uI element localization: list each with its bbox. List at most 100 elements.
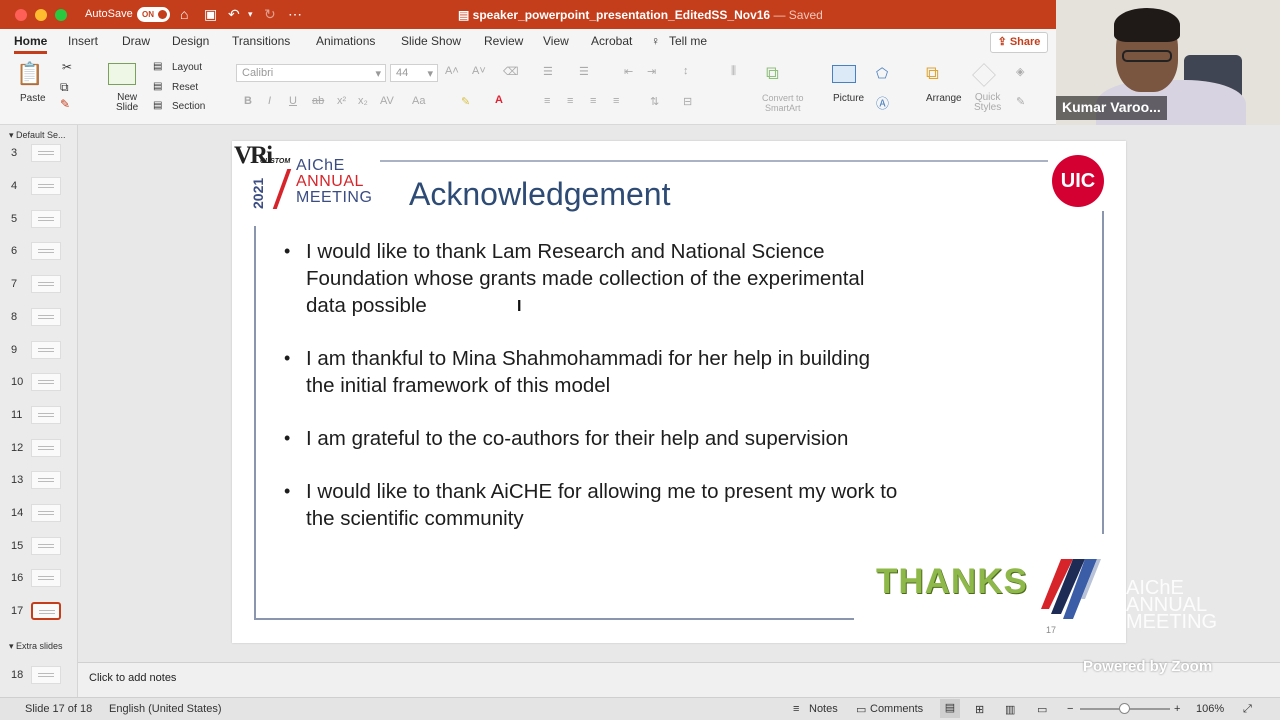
minimize-window-button[interactable]	[35, 9, 47, 21]
slide-thumbnail-image[interactable]	[31, 144, 61, 162]
align-text-icon[interactable]: ⊟	[683, 95, 692, 108]
slide-thumbnail[interactable]: 16	[0, 567, 78, 591]
text-box-icon[interactable]: Ⓐ	[876, 93, 889, 112]
slide[interactable]: VRi CUSTOM 2021 AIChE ANNUAL MEETING Ack…	[232, 141, 1126, 643]
shapes-icon[interactable]: ⬠	[876, 65, 888, 82]
slide-thumbnail[interactable]: 6	[0, 240, 78, 264]
slide-thumbnail[interactable]: 10	[0, 371, 78, 395]
slide-title[interactable]: Acknowledgement	[409, 176, 670, 213]
fit-slide-icon[interactable]: ⤢	[1243, 703, 1252, 716]
slide-thumbnail[interactable]: 5	[0, 208, 78, 232]
undo-icon[interactable]: ↶	[228, 6, 240, 23]
italic-icon[interactable]: I	[268, 95, 271, 107]
font-name-select[interactable]: Calibri ▾	[236, 64, 386, 82]
paste-button[interactable]: 📋	[16, 61, 52, 87]
cut-icon[interactable]: ✂	[62, 60, 72, 74]
zoom-window-button[interactable]	[55, 9, 67, 21]
strikethrough-icon[interactable]: ab	[312, 95, 324, 107]
tab-insert[interactable]: Insert	[68, 34, 98, 48]
slide-thumbnail[interactable]: 8	[0, 306, 78, 330]
new-slide-icon[interactable]	[108, 63, 136, 85]
arrange-icon[interactable]: ⧉	[926, 63, 950, 85]
comments-toggle[interactable]: Comments	[870, 703, 923, 715]
section-header-extra[interactable]: ▾ Extra slides	[9, 641, 63, 652]
slide-thumbnail[interactable]: 14	[0, 502, 78, 526]
bullet-item[interactable]: I would like to thank Lam Research and N…	[284, 238, 904, 319]
new-slide-label[interactable]: New Slide	[116, 93, 138, 113]
tab-animations[interactable]: Animations	[316, 34, 375, 48]
slide-thumbnail-image[interactable]	[31, 373, 61, 391]
decrease-indent-icon[interactable]: ⇤	[624, 65, 633, 78]
tab-review[interactable]: Review	[484, 34, 523, 48]
tab-slide-show[interactable]: Slide Show	[401, 34, 461, 48]
language[interactable]: English (United States)	[109, 703, 222, 715]
tab-view[interactable]: View	[543, 34, 569, 48]
slide-thumbnail-image[interactable]	[31, 569, 61, 587]
reading-view-icon[interactable]: ▥	[1005, 703, 1015, 716]
slide-thumbnail-image[interactable]	[31, 537, 61, 555]
decrease-font-icon[interactable]: A˅	[472, 65, 486, 77]
layout-button[interactable]: Layout	[172, 62, 202, 73]
reset-button[interactable]: Reset	[172, 82, 198, 93]
bullet-item[interactable]: I would like to thank AiCHE for allowing…	[284, 478, 904, 532]
notes-icon[interactable]: ≡	[793, 703, 799, 715]
slide-thumbnail-image[interactable]	[31, 666, 61, 684]
bold-icon[interactable]: B	[244, 95, 252, 107]
slide-thumbnail[interactable]: 17	[0, 600, 78, 624]
align-right-icon[interactable]: ≡	[590, 95, 596, 107]
slide-thumbnail-image[interactable]	[31, 471, 61, 489]
share-button[interactable]: ⇪ Share	[990, 32, 1048, 53]
font-size-select[interactable]: 44 ▾	[390, 64, 438, 82]
tab-home[interactable]: Home	[14, 34, 48, 54]
increase-indent-icon[interactable]: ⇥	[647, 65, 656, 78]
slide-thumbnail-image[interactable]	[31, 406, 61, 424]
bullet-item[interactable]: I am thankful to Mina Shahmohammadi for …	[284, 345, 904, 399]
redo-icon[interactable]: ↻	[264, 6, 276, 23]
autosave-toggle[interactable]: ON	[137, 7, 170, 22]
bullet-item[interactable]: I am grateful to the co-authors for thei…	[284, 425, 904, 452]
line-spacing-icon[interactable]: ↕	[683, 65, 689, 77]
format-painter-icon[interactable]: ✎	[60, 97, 70, 111]
superscript-icon[interactable]: x²	[337, 95, 346, 107]
notes-placeholder[interactable]: Click to add notes	[89, 672, 176, 684]
normal-view-icon[interactable]: ▤	[940, 699, 960, 718]
quick-styles-icon[interactable]	[972, 63, 996, 87]
numbering-icon[interactable]: ☰	[579, 65, 589, 78]
slide-thumbnail-image[interactable]	[31, 341, 61, 359]
quick-styles-label[interactable]: Quick Styles	[974, 93, 1001, 113]
notes-toggle[interactable]: Notes	[809, 703, 838, 715]
justify-icon[interactable]: ≡	[613, 95, 619, 107]
slide-thumbnail[interactable]: 12	[0, 437, 78, 461]
clear-format-icon[interactable]: ⌫	[503, 65, 519, 78]
slide-thumbnail-image[interactable]	[31, 242, 61, 260]
shape-outline-icon[interactable]: ✎	[1016, 95, 1025, 108]
character-spacing-icon[interactable]: AV	[380, 95, 394, 107]
subscript-icon[interactable]: x₂	[358, 95, 368, 107]
text-direction-icon[interactable]: ⇅	[650, 95, 659, 108]
section-header-default[interactable]: ▾ Default Se...	[9, 130, 66, 141]
tab-acrobat[interactable]: Acrobat	[591, 34, 632, 48]
slide-thumbnail[interactable]: 13	[0, 469, 78, 493]
slide-thumbnail-image[interactable]	[31, 439, 61, 457]
font-color-icon[interactable]: A	[495, 94, 503, 106]
slide-thumbnail-image[interactable]	[31, 177, 61, 195]
slide-thumbnail[interactable]: 9	[0, 339, 78, 363]
slide-thumbnail-image[interactable]	[31, 210, 61, 228]
align-left-icon[interactable]: ≡	[544, 95, 550, 107]
slide-thumbnail[interactable]: 11	[0, 404, 78, 428]
slide-thumbnail[interactable]: 4	[0, 175, 78, 199]
zoom-level[interactable]: 106%	[1196, 703, 1224, 715]
slide-sorter-icon[interactable]: ⊞	[975, 703, 984, 716]
picture-icon[interactable]	[832, 65, 856, 83]
slide-thumbnail[interactable]: 18	[0, 664, 78, 688]
tab-transitions[interactable]: Transitions	[232, 34, 290, 48]
slide-thumbnail[interactable]: 7	[0, 273, 78, 297]
align-center-icon[interactable]: ≡	[567, 95, 573, 107]
tab-draw[interactable]: Draw	[122, 34, 150, 48]
copy-icon[interactable]: ⧉	[60, 80, 69, 95]
zoom-out-button[interactable]: −	[1067, 703, 1073, 715]
change-case-icon[interactable]: Aa	[412, 95, 425, 107]
tell-me-search[interactable]: Tell me	[669, 34, 707, 48]
undo-dropdown-icon[interactable]: ▾	[248, 9, 253, 20]
zoom-in-button[interactable]: +	[1174, 703, 1180, 715]
